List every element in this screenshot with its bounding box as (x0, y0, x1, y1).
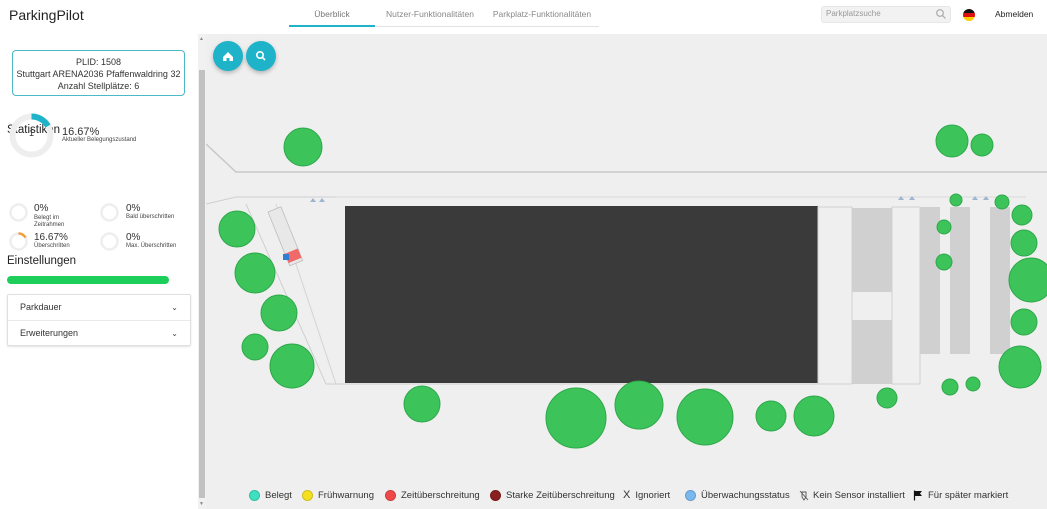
stat-ring-bald (100, 203, 119, 222)
settings-progress-bar (7, 276, 169, 284)
search-icon[interactable] (935, 8, 947, 20)
legend-kein-sensor-label: Kein Sensor installiert (813, 489, 905, 501)
app-title: ParkingPilot (9, 7, 84, 23)
sidebar: PLID: 1508 Stuttgart ARENA2036 Pfaffenwa… (0, 34, 198, 509)
lot-plid: PLID: 1508 (75, 57, 122, 67)
lot-spots: Anzahl Stellplätze: 6 (57, 81, 140, 91)
sidebar-scrollbar-thumb[interactable] (199, 70, 205, 498)
legend-markiert: Für später markiert (913, 488, 1008, 502)
home-icon (223, 52, 233, 61)
flag-icon (913, 490, 922, 500)
legend-ignoriert: X Ignoriert (623, 488, 670, 502)
accordion-parkdauer-label: Parkdauer (20, 302, 62, 312)
lot-info-card: PLID: 1508 Stuttgart ARENA2036 Pfaffenwa… (12, 50, 185, 96)
legend-starke-label: Starke Zeitüberschreitung (506, 489, 615, 501)
stat-ueberschritten-percent: 16.67% (34, 232, 68, 243)
fruehwarnung-dot-icon (302, 489, 313, 501)
stat-ueberschritten-label: Überschritten (34, 243, 70, 249)
main-tabs: Überblick Nutzer-Funktionalitäten Parkpl… (289, 0, 599, 27)
building (345, 206, 818, 383)
occupancy-label: Aktueller Belegungszustand (62, 137, 137, 143)
lot-address: Stuttgart ARENA2036 Pfaffenwaldring 32 (16, 69, 181, 79)
settings-heading: Einstellungen (7, 255, 77, 267)
legend-zeitueberschreitung-label: Zeitüberschreitung (401, 489, 480, 501)
top-bar: ParkingPilot Überblick Nutzer-Funktional… (0, 0, 1047, 34)
legend-ueberwachung-label: Überwachungsstatus (701, 489, 790, 501)
parking-column (950, 207, 970, 354)
legend-belegt: Belegt (249, 488, 292, 502)
legend-zeitueberschreitung: Zeitüberschreitung (385, 488, 480, 502)
home-button[interactable] (213, 41, 243, 71)
parking-column (852, 208, 892, 292)
parking-column (990, 207, 1010, 354)
legend-markiert-label: Für später markiert (928, 489, 1009, 501)
stat-ring-belegt (9, 203, 28, 222)
tab-ueberblick[interactable]: Überblick (289, 0, 375, 27)
chevron-down-icon: ⌄ (171, 303, 178, 312)
ueberwachung-dot-icon (685, 489, 696, 501)
path-left (206, 196, 336, 205)
map-canvas[interactable] (206, 34, 1047, 509)
handicap-spot-icon (283, 254, 289, 260)
legend-ignoriert-label: Ignoriert (635, 489, 671, 501)
legend-fruehwarnung: Frühwarnung (302, 488, 374, 502)
stat-max-percent: 0% (126, 232, 141, 243)
parking-lane (817, 206, 853, 385)
occupancy-count: 1 (28, 128, 34, 138)
stat-bald-percent: 0% (126, 203, 141, 214)
scroll-down-icon[interactable]: ▼ (199, 501, 204, 507)
legend-kein-sensor: Kein Sensor installiert (799, 488, 905, 502)
stat-ring-ueberschritten (9, 232, 28, 251)
tab-nutzer-funktionalitaeten[interactable]: Nutzer-Funktionalitäten (375, 0, 485, 27)
flag-de-icon[interactable] (963, 9, 975, 21)
starke-zeitueberschreitung-dot-icon (490, 489, 501, 501)
parking-lane (891, 206, 921, 385)
search-icon (256, 51, 266, 61)
parking-map[interactable] (206, 34, 1047, 509)
no-sensor-icon (799, 490, 809, 501)
belegt-dot-icon (249, 489, 260, 501)
legend-starke-zeitueberschreitung: Starke Zeitüberschreitung (490, 488, 615, 502)
tab-parkplatz-funktionalitaeten[interactable]: Parkplatz-Funktionalitäten (485, 0, 599, 27)
zeitueberschreitung-dot-icon (385, 489, 396, 501)
accordion-erweiterungen-label: Erweiterungen (20, 328, 79, 338)
road-top (206, 143, 1047, 173)
stat-bald-label: Bald überschritten (126, 214, 175, 220)
accordion-erweiterungen[interactable]: Erweiterungen ⌄ (8, 321, 190, 347)
stat-belegt-percent: 0% (34, 203, 49, 214)
x-icon: X (623, 489, 631, 501)
settings-accordion: Parkdauer ⌄ Erweiterungen ⌄ (7, 294, 191, 346)
legend-belegt-label: Belegt (265, 489, 292, 501)
accordion-parkdauer[interactable]: Parkdauer ⌄ (8, 295, 190, 321)
parking-search-input[interactable]: Parkplatzsuche (821, 6, 951, 23)
legend-ueberwachungsstatus: Überwachungsstatus (685, 488, 790, 502)
chevron-down-icon: ⌄ (171, 329, 178, 338)
stat-ring-max (100, 232, 119, 251)
logout-button[interactable]: Abmelden (995, 9, 1033, 19)
parking-column (852, 320, 892, 384)
stat-max-label: Max. Überschritten (126, 243, 177, 249)
scroll-up-icon[interactable]: ▲ (199, 36, 204, 42)
map-search-button[interactable] (246, 41, 276, 71)
stat-belegt-label: Belegt im Zeitrahmen (34, 215, 65, 228)
legend-fruehwarnung-label: Frühwarnung (318, 489, 374, 501)
